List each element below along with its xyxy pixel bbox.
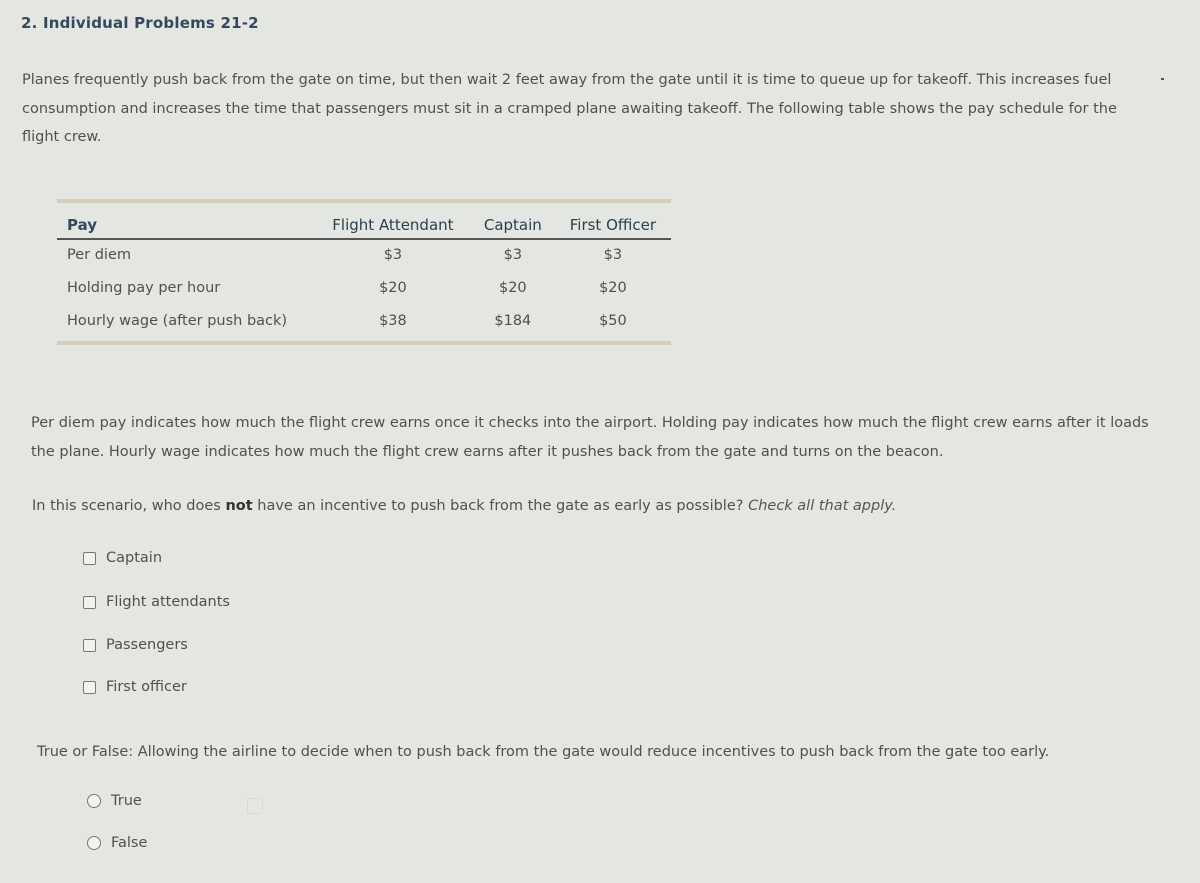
faint-clipboard-icon: [247, 798, 263, 814]
table-header-row: Pay Flight Attendant Captain First Offic…: [57, 203, 671, 240]
row-label: Per diem: [67, 246, 131, 263]
cell-value: $20: [599, 279, 627, 296]
table-row: Per diem $3 $3 $3: [57, 239, 671, 273]
stray-mark: [1161, 78, 1164, 80]
question-1-prompt: In this scenario, who does not have an i…: [32, 498, 896, 514]
checkbox[interactable]: [83, 680, 96, 694]
checkbox-option-passengers[interactable]: Passengers: [83, 637, 188, 653]
header-pay: Pay: [57, 203, 315, 240]
radio-option-true[interactable]: True: [87, 793, 142, 809]
question-1-prefix: In this scenario, who does: [32, 498, 226, 514]
cell-value: $184: [494, 312, 532, 329]
question-2-prompt: True or False: Allowing the airline to d…: [37, 744, 1050, 760]
option-label: False: [111, 835, 148, 851]
pay-schedule-table: Pay Flight Attendant Captain First Offic…: [57, 203, 671, 341]
question-1-instruction: Check all that apply.: [748, 498, 897, 514]
intro-paragraph: Planes frequently push back from the gat…: [22, 72, 1117, 145]
checkbox-option-flight-attendants[interactable]: Flight attendants: [83, 594, 230, 610]
row-label: Hourly wage (after push back): [67, 312, 288, 329]
cell-value: $38: [379, 312, 407, 329]
pay-table-container: Pay Flight Attendant Captain First Offic…: [57, 199, 671, 345]
option-label: Flight attendants: [106, 594, 230, 610]
checkbox-option-first-officer[interactable]: First officer: [83, 679, 187, 695]
option-label: Captain: [106, 550, 163, 566]
question-1-middle: have an incentive to push back from the …: [252, 498, 749, 514]
option-label: Passengers: [106, 637, 188, 653]
option-label: True: [111, 793, 142, 809]
header-first-officer: First Officer: [554, 203, 671, 240]
explanation-paragraph: Per diem pay indicates how much the flig…: [31, 415, 1149, 460]
checkbox[interactable]: [83, 638, 96, 652]
option-label: First officer: [106, 679, 187, 695]
table-row: Hourly wage (after push back) $38 $184 $…: [57, 306, 671, 341]
checkbox[interactable]: [83, 551, 96, 565]
radio-button[interactable]: [87, 794, 101, 808]
header-captain: Captain: [470, 203, 555, 240]
problem-title: 2. Individual Problems 21-2: [21, 14, 259, 32]
header-flight-attendant: Flight Attendant: [315, 203, 471, 240]
question-1-emphasis: not: [225, 498, 253, 514]
cell-value: $3: [383, 246, 403, 263]
table-row: Holding pay per hour $20 $20 $20: [57, 273, 671, 306]
cell-value: $20: [498, 279, 527, 296]
checkbox[interactable]: [83, 595, 96, 609]
cell-value: $3: [603, 246, 623, 263]
row-label: Holding pay per hour: [67, 279, 221, 296]
cell-value: $3: [503, 246, 523, 263]
radio-option-false[interactable]: False: [87, 835, 147, 851]
cell-value: $20: [379, 279, 407, 296]
cell-value: $50: [599, 312, 627, 329]
checkbox-option-captain[interactable]: Captain: [83, 550, 162, 566]
radio-button[interactable]: [87, 836, 101, 850]
